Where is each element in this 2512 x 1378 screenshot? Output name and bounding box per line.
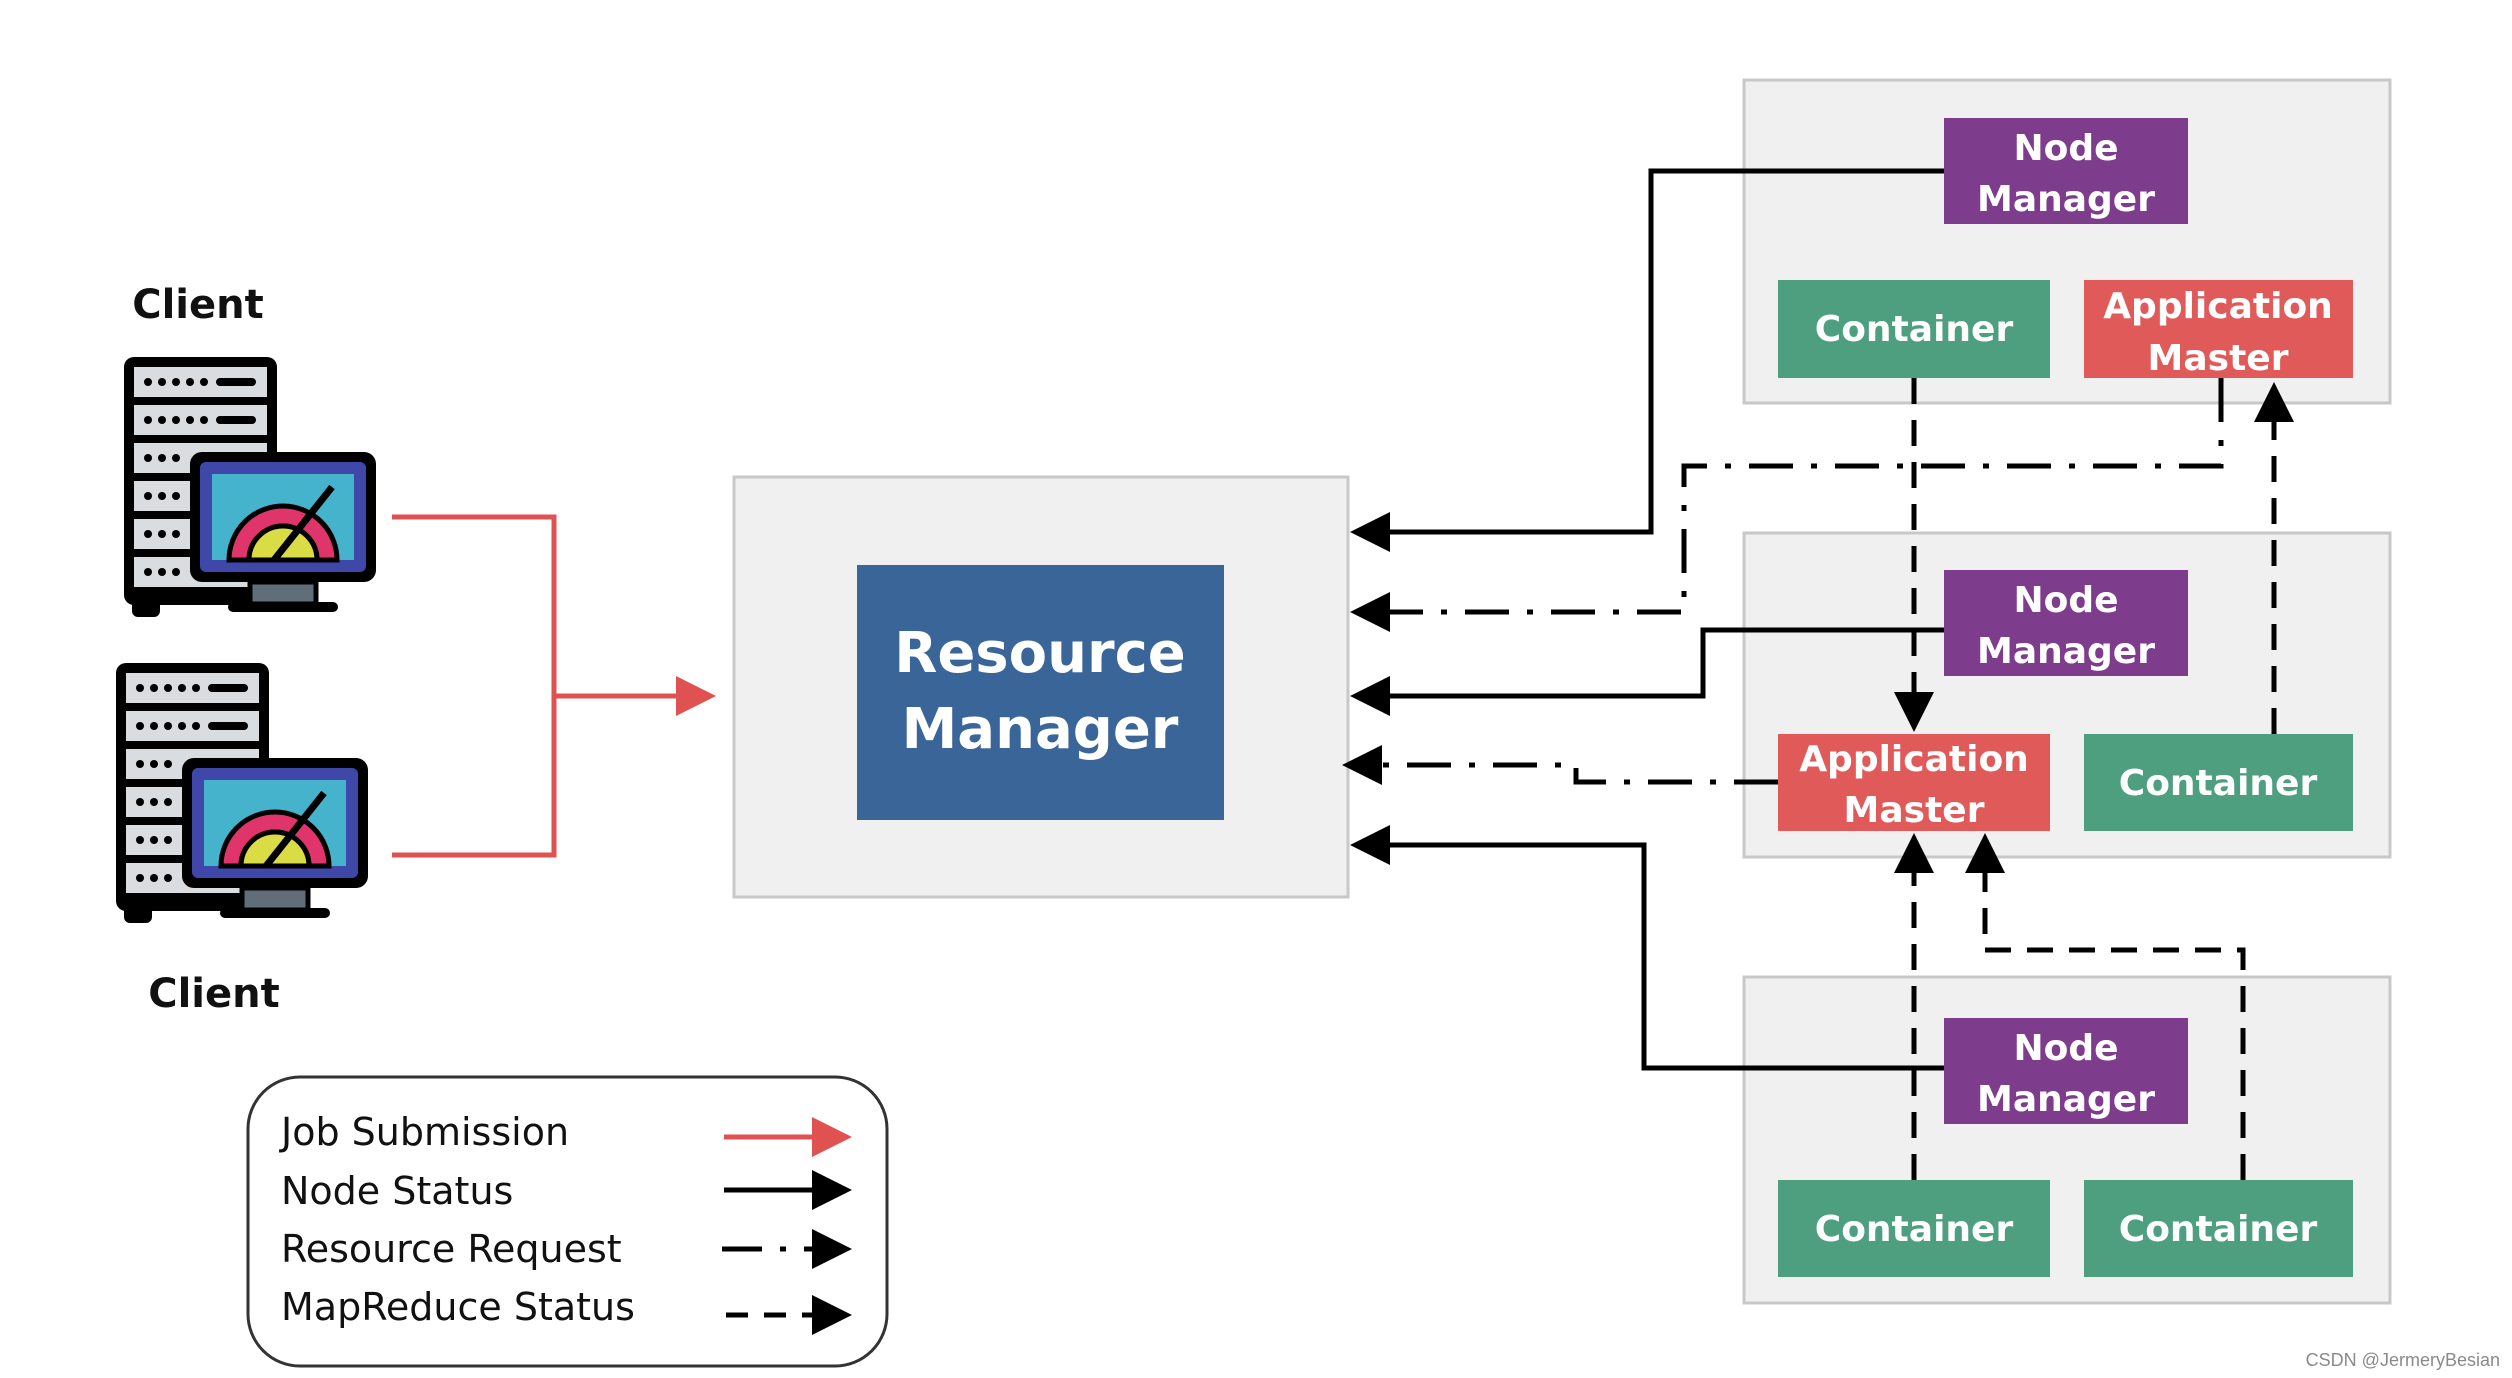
client-server-icon-2 <box>116 663 368 923</box>
node-manager-label-2a: Node <box>2013 580 2118 621</box>
container-label-3b: Container <box>2119 1209 2318 1250</box>
node-manager-label-2b: Manager <box>1977 631 2155 672</box>
client-label-2: Client <box>148 971 280 1017</box>
node-manager-label-1a: Node <box>2013 128 2118 169</box>
legend-label-job-submission: Job Submission <box>279 1110 569 1154</box>
watermark: CSDN @JermeryBesian <box>2306 1350 2500 1370</box>
client-label-1: Client <box>132 282 264 328</box>
resource-manager-label-line1: Resource <box>894 621 1186 686</box>
client-server-icon-1 <box>124 357 376 617</box>
application-master-label-1a: Application <box>2103 286 2333 327</box>
node-manager-label-3a: Node <box>2013 1028 2118 1069</box>
job-submission-connector <box>392 514 557 858</box>
application-master-label-2a: Application <box>1799 739 2029 780</box>
resource-manager-box[interactable] <box>857 565 1224 820</box>
application-master-label-1b: Master <box>2148 338 2289 379</box>
container-label-3a: Container <box>1815 1209 2014 1250</box>
yarn-architecture-diagram: Client Client Resource Manager Node Mana… <box>116 78 2500 1370</box>
legend-label-resource-request: Resource Request <box>281 1227 622 1271</box>
resource-manager-label-line2: Manager <box>902 697 1179 762</box>
legend-label-mapreduce-status: MapReduce Status <box>281 1285 635 1329</box>
job-submission-arrows <box>392 514 716 858</box>
resource-request-arrow-2 <box>1342 745 1778 785</box>
container-label-1a: Container <box>1815 309 2014 350</box>
legend-label-node-status: Node Status <box>281 1169 513 1213</box>
node-manager-label-1b: Manager <box>1977 179 2155 220</box>
container-label-2: Container <box>2119 763 2318 804</box>
node-manager-label-3b: Manager <box>1977 1079 2155 1120</box>
application-master-label-2b: Master <box>1844 790 1985 831</box>
